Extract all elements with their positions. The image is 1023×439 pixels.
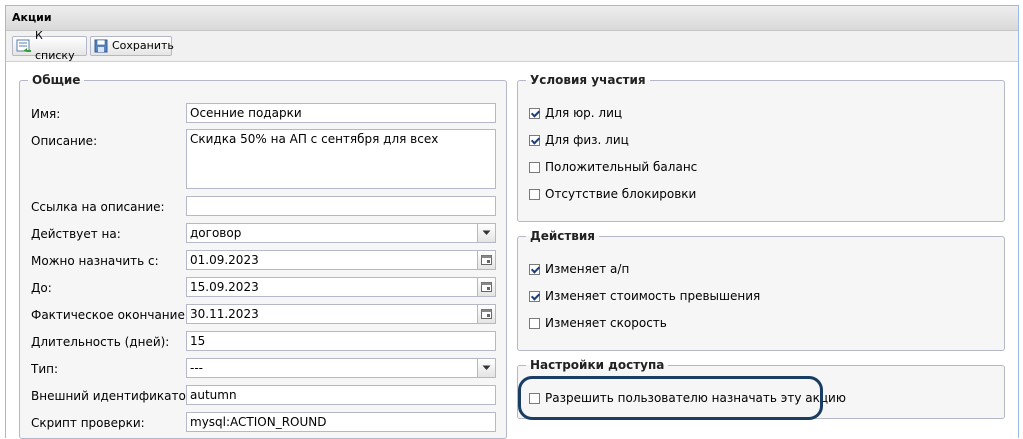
general-legend: Общие — [32, 73, 81, 87]
conditions-legend: Условия участия — [530, 73, 646, 87]
back-to-list-button[interactable]: К списку — [12, 29, 87, 62]
action-changes-fee[interactable]: Изменяет а/п — [529, 262, 629, 276]
panel-header: Акции — [6, 6, 1018, 31]
chevron-down-icon[interactable] — [477, 359, 495, 377]
until-date-field[interactable]: 15.09.2023 — [186, 277, 496, 297]
applies-to-label: Действует на: — [31, 227, 121, 241]
save-button[interactable]: Сохранить — [90, 36, 174, 56]
condition-label: Для юр. лиц — [545, 106, 623, 120]
checkbox[interactable] — [529, 263, 540, 275]
type-label: Тип: — [31, 362, 59, 376]
duration-field[interactable]: 15 — [186, 331, 496, 351]
external-id-label: Внешний идентификатор: — [31, 389, 198, 403]
assign-from-value: 01.09.2023 — [190, 253, 259, 267]
link-field[interactable] — [186, 196, 496, 216]
action-changes-overage-cost[interactable]: Изменяет стоимость превышения — [529, 289, 760, 303]
until-label: До: — [31, 281, 52, 295]
action-label: Изменяет а/п — [545, 262, 630, 276]
chevron-down-icon[interactable] — [477, 224, 495, 242]
checkbox[interactable] — [529, 290, 540, 302]
link-label: Ссылка на описание: — [31, 200, 165, 214]
description-textarea[interactable]: Скидка 50% на АП с сентября для всех — [186, 129, 496, 189]
actual-end-date-field[interactable]: 30.11.2023 — [186, 304, 496, 324]
checkbox[interactable] — [529, 134, 540, 146]
condition-label: Для физ. лиц — [545, 133, 629, 147]
check-script-label: Скрипт проверки: — [31, 416, 145, 430]
condition-label: Отсутствие блокировки — [545, 187, 697, 201]
action-label: Изменяет скорость — [545, 316, 667, 330]
save-label: Сохранить — [112, 39, 174, 52]
assign-from-label: Можно назначить с: — [31, 254, 159, 268]
calendar-icon[interactable] — [477, 251, 495, 269]
form-content: Общие Имя: Осенние подарки Описание: Ски… — [0, 55, 1012, 439]
panel-title: Акции — [12, 11, 52, 24]
applies-to-select[interactable]: договор — [186, 223, 496, 243]
assign-from-date-field[interactable]: 01.09.2023 — [186, 250, 496, 270]
actual-end-label: Фактическое окончание: — [31, 308, 189, 322]
condition-legal-entities[interactable]: Для юр. лиц — [529, 106, 622, 120]
actual-end-value: 30.11.2023 — [190, 307, 259, 321]
external-id-field[interactable]: autumn — [186, 385, 496, 405]
until-value: 15.09.2023 — [190, 280, 259, 294]
list-back-icon — [16, 39, 32, 53]
actions-legend: Действия — [530, 229, 596, 243]
applies-to-value: договор — [190, 226, 242, 240]
type-value: --- — [190, 361, 203, 375]
calendar-icon[interactable] — [477, 305, 495, 323]
calendar-icon[interactable] — [477, 278, 495, 296]
duration-label: Длительность (дней): — [31, 335, 170, 349]
type-select[interactable]: --- — [186, 358, 496, 378]
name-label: Имя: — [31, 107, 61, 121]
save-icon — [94, 39, 109, 53]
name-field[interactable]: Осенние подарки — [186, 103, 496, 123]
condition-no-block[interactable]: Отсутствие блокировки — [529, 187, 696, 201]
description-label: Описание: — [31, 134, 98, 148]
condition-individuals[interactable]: Для физ. лиц — [529, 133, 629, 147]
condition-positive-balance[interactable]: Положительный баланс — [529, 160, 697, 174]
checkbox[interactable] — [529, 161, 540, 173]
checkbox[interactable] — [529, 188, 540, 200]
check-script-field[interactable]: mysql:ACTION_ROUND — [186, 412, 496, 432]
condition-label: Положительный баланс — [545, 160, 698, 174]
highlight-annotation — [518, 376, 823, 420]
action-changes-speed[interactable]: Изменяет скорость — [529, 316, 667, 330]
access-legend: Настройки доступа — [530, 358, 665, 372]
checkbox[interactable] — [529, 317, 540, 329]
checkbox[interactable] — [529, 107, 540, 119]
action-label: Изменяет стоимость превышения — [545, 289, 761, 303]
